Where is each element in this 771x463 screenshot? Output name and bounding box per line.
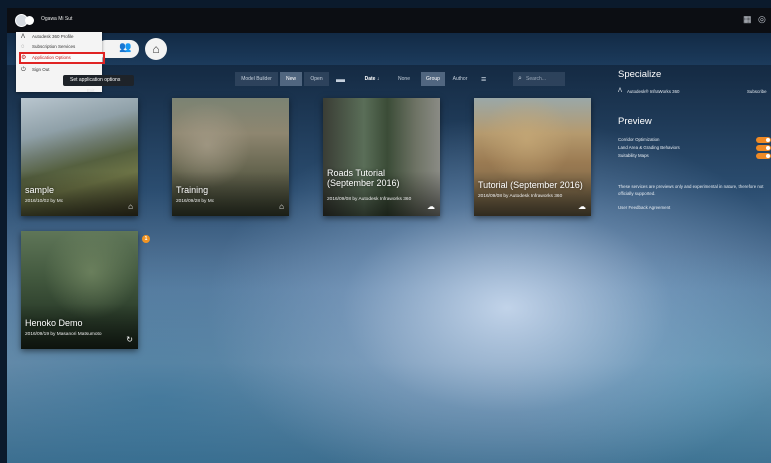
card-meta: 2016/09/08 by Autodesk Infraworks 360 bbox=[327, 197, 412, 202]
card-title: Henoko Demo bbox=[25, 318, 83, 328]
tooltip: Set application options bbox=[63, 75, 134, 86]
notification-badge: 1 bbox=[142, 235, 150, 243]
preview-note: These services are previews only and exp… bbox=[618, 184, 764, 196]
project-card-henoko-demo[interactable]: Henoko Demo 2016/09/19 by Masanori Matsu… bbox=[21, 231, 138, 349]
power-icon: ⏻ bbox=[21, 67, 26, 73]
people-icon: 👥 bbox=[119, 42, 132, 53]
exit-label[interactable]: Exit bbox=[87, 88, 95, 93]
preview-toggle-grading[interactable] bbox=[756, 145, 771, 151]
preview-toggle-corridor[interactable] bbox=[756, 137, 771, 143]
user-name[interactable]: Ogawa Mi Sut bbox=[41, 16, 72, 22]
autodesk-icon: Λ bbox=[618, 88, 623, 94]
project-card-sample[interactable]: sample 2016/10/02 by Mc ⌂ bbox=[21, 98, 138, 216]
menu-item-sign-out[interactable]: ⏻ Sign Out bbox=[16, 65, 102, 75]
card-meta: 2016/09/28 by Mc bbox=[176, 199, 215, 204]
card-meta: 2016/10/02 by Mc bbox=[25, 199, 64, 204]
help-icon[interactable]: ◎ bbox=[758, 15, 767, 24]
group-button[interactable]: Group bbox=[421, 72, 445, 86]
grid-icon[interactable]: ▦ bbox=[743, 15, 752, 24]
home-icon: ⌂ bbox=[279, 202, 284, 211]
menu-item-label: Subscription Services bbox=[32, 44, 76, 49]
new-button[interactable]: New bbox=[280, 72, 302, 86]
project-card-roads-tutorial[interactable]: Roads Tutorial (September 2016) 2016/09/… bbox=[323, 98, 440, 216]
subscribe-link[interactable]: Subscribe bbox=[747, 89, 767, 96]
feedback-link[interactable]: User Feedback Agreement bbox=[618, 205, 670, 212]
card-meta: 2016/09/08 by Autodesk Infraworks 360 bbox=[478, 194, 563, 199]
home-icon: ⌂ bbox=[152, 42, 160, 56]
author-button[interactable]: Author bbox=[448, 72, 472, 86]
open-button[interactable]: Open bbox=[304, 72, 329, 86]
menu-item-label: Sign Out bbox=[32, 67, 50, 72]
card-title: Tutorial (September 2016) bbox=[478, 180, 583, 190]
autodesk-icon: Λ bbox=[21, 34, 26, 40]
project-card-tutorial[interactable]: Tutorial (September 2016) 2016/09/08 by … bbox=[474, 98, 591, 216]
sort-date-label: Date bbox=[364, 76, 376, 82]
search-icon: ⌕ bbox=[518, 75, 522, 82]
menu-item-profile[interactable]: Λ Autodesk 360 Profile bbox=[16, 32, 102, 42]
top-bar: Ogawa Mi Sut ▦ ◎ bbox=[7, 8, 771, 33]
cloud-icon: ☁ bbox=[578, 202, 586, 211]
specialize-heading: Specialize bbox=[618, 69, 662, 80]
product-name: Autodesk® InfraWorks 360 bbox=[627, 89, 680, 94]
menu-item-subscription[interactable]: ◌ Subscription Services bbox=[16, 42, 102, 52]
model-builder-button[interactable]: Model Builder bbox=[235, 72, 278, 86]
minus-icon[interactable]: ▬ bbox=[336, 72, 345, 86]
group-none-button[interactable]: None bbox=[393, 72, 415, 86]
preview-toggle-suitability[interactable] bbox=[756, 153, 771, 159]
card-meta: 2016/09/19 by Masanori Matsumoto bbox=[25, 332, 102, 337]
card-title: sample bbox=[25, 185, 55, 195]
sort-direction-icon: ↓ bbox=[376, 76, 380, 82]
menu-item-application-options[interactable]: ⚙ Application Options bbox=[16, 53, 102, 63]
gear-icon: ⚙ bbox=[21, 55, 27, 61]
home-button[interactable]: ⌂ bbox=[145, 38, 167, 60]
avatar-secondary bbox=[25, 16, 34, 25]
card-title: Roads Tutorial (September 2016) bbox=[327, 168, 400, 188]
app-window: Ogawa Mi Sut ▦ ◎ 👥 ⌂ Model Builder New O… bbox=[7, 8, 771, 463]
preview-item-label: Corridor Optimization bbox=[618, 137, 660, 142]
project-card-training[interactable]: Training 2016/09/28 by Mc ⌂ bbox=[172, 98, 289, 216]
sort-date-button[interactable]: Date ↓ bbox=[361, 72, 383, 86]
user-avatar-button[interactable] bbox=[15, 14, 34, 27]
home-icon: ⌂ bbox=[128, 202, 133, 211]
subscription-icon: ◌ bbox=[21, 44, 25, 50]
menu-item-label: Application Options bbox=[32, 55, 71, 60]
preview-item-label: Suitability Maps bbox=[618, 153, 649, 158]
preview-item-label: Land Area & Grading Behaviors bbox=[618, 145, 680, 150]
sort-lines-icon[interactable]: ≡ bbox=[481, 72, 486, 86]
cloud-icon: ☁ bbox=[427, 202, 435, 211]
cloud-sync-icon: ↻ bbox=[126, 335, 133, 344]
menu-item-label: Autodesk 360 Profile bbox=[32, 34, 74, 39]
card-title: Training bbox=[176, 185, 209, 195]
preview-heading: Preview bbox=[618, 116, 652, 127]
